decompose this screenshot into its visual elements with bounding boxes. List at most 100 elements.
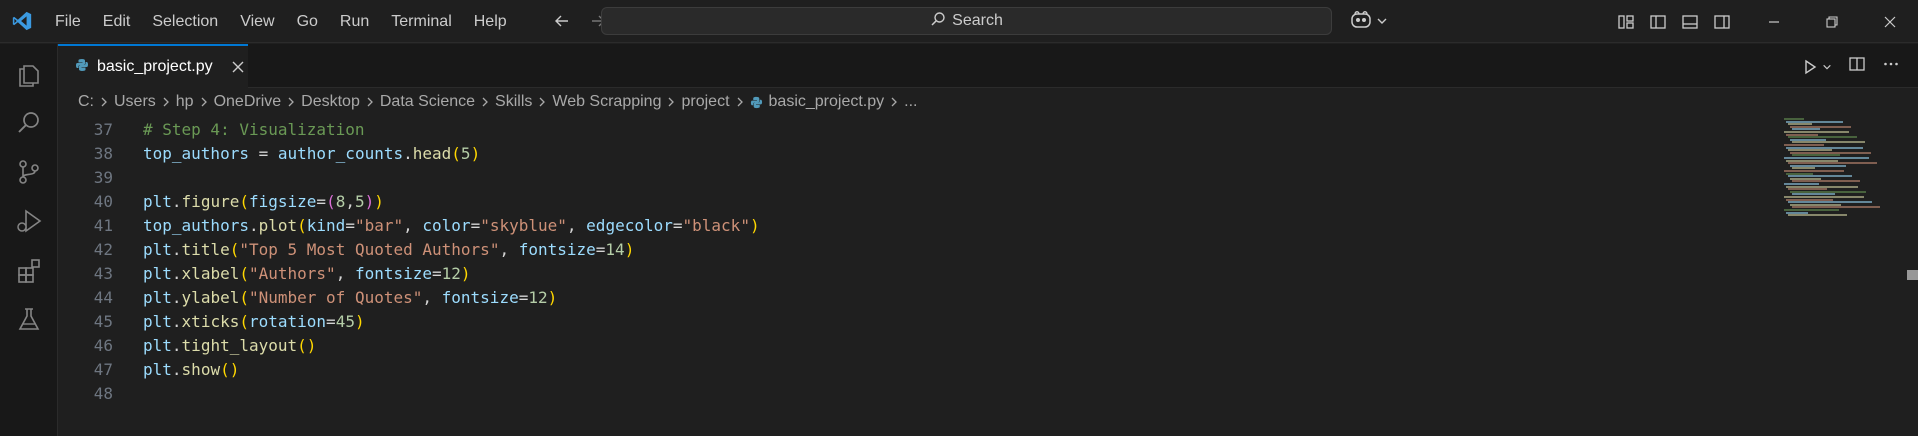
menu-item-view[interactable]: View [229, 0, 285, 43]
search-icon[interactable] [13, 107, 45, 139]
code-token: 5 [460, 144, 471, 163]
menu-item-help[interactable]: Help [463, 0, 518, 43]
code-token: = [345, 216, 355, 235]
code-token: = [672, 216, 683, 235]
code-line[interactable]: plt.xlabel("Authors", fontsize=12) [143, 262, 760, 286]
code-line[interactable]: plt.title("Top 5 Most Quoted Authors", f… [143, 238, 760, 262]
breadcrumb-label: C: [78, 93, 94, 110]
code-token: plt [143, 336, 172, 355]
run-python-file-icon[interactable] [1802, 59, 1832, 75]
navigation-arrows [551, 10, 609, 32]
code-token: , [566, 216, 587, 235]
toggle-primary-sidebar-icon[interactable] [1647, 11, 1669, 33]
explorer-icon[interactable] [13, 58, 45, 90]
command-center-search[interactable]: Search [601, 7, 1332, 35]
code-token: ) [547, 288, 558, 307]
code-line[interactable]: plt.figure(figsize=(8,5)) [143, 190, 760, 214]
code-line[interactable]: top_authors.plot(kind="bar", color="skyb… [143, 214, 760, 238]
code-token: = [470, 216, 481, 235]
chevron-right-icon [480, 96, 490, 108]
breadcrumb-item[interactable]: OneDrive [214, 93, 282, 111]
code-token: fontsize [441, 288, 519, 307]
menu-item-edit[interactable]: Edit [92, 0, 142, 43]
close-window-icon[interactable] [1861, 0, 1918, 43]
breadcrumb-item[interactable]: Desktop [301, 93, 360, 111]
go-back-icon[interactable] [551, 10, 573, 32]
code-token: , [499, 240, 519, 259]
title-bar: File Edit Selection View Go Run Terminal Help S… [0, 0, 1918, 43]
menu-item-selection[interactable]: Selection [141, 0, 229, 43]
code-token: author_counts [277, 144, 404, 163]
menu-bar: File Edit Selection View Go Run Terminal Help [44, 0, 518, 43]
breadcrumb-label: ... [904, 93, 918, 110]
breadcrumb-item[interactable]: Skills [495, 93, 532, 111]
menu-item-run[interactable]: Run [329, 0, 380, 43]
code-line[interactable]: plt.tight_layout() [143, 334, 760, 358]
code-token: figure [181, 192, 240, 211]
code-line[interactable]: plt.ylabel("Number of Quotes", fontsize=… [143, 286, 760, 310]
copilot-menu[interactable] [1350, 10, 1388, 35]
code-token: show [181, 360, 221, 379]
scrollbar-thumb[interactable] [1907, 270, 1918, 280]
toggle-secondary-sidebar-icon[interactable] [1711, 11, 1733, 33]
chevron-right-icon [537, 96, 547, 108]
customize-layout-icon[interactable] [1615, 11, 1637, 33]
code-token: ( [239, 192, 249, 211]
code-token: . [171, 192, 182, 211]
menu-item-terminal[interactable]: Terminal [380, 0, 462, 43]
breadcrumb-item[interactable]: hp [176, 93, 194, 111]
minimap[interactable] [1782, 118, 1892, 218]
testing-icon[interactable] [13, 303, 45, 335]
code-token: . [171, 240, 182, 259]
tab-basic-project[interactable]: basic_project.py [58, 44, 248, 88]
menu-item-file[interactable]: File [44, 0, 92, 43]
code-line[interactable] [143, 382, 760, 406]
chevron-right-icon [161, 96, 171, 108]
close-icon[interactable] [229, 58, 247, 76]
source-control-icon[interactable] [13, 156, 45, 188]
split-editor-icon[interactable] [1848, 55, 1866, 78]
breadcrumb-item[interactable]: Web Scrapping [552, 93, 661, 111]
code-token: ( [239, 288, 249, 307]
code-token: plt [143, 240, 172, 259]
chevron-right-icon [889, 96, 899, 108]
code-token: "skyblue" [480, 216, 567, 235]
code-token: ) [374, 192, 384, 211]
line-number: 45 [93, 312, 113, 331]
code-token: "Top 5 Most Quoted Authors" [239, 240, 500, 259]
code-editor[interactable]: 37 38 39 40 41 42 43 44 45 46 47 48 # Step 4: Visua… [58, 118, 1918, 436]
code-token: ( [239, 264, 249, 283]
code-line[interactable]: plt.show() [143, 358, 760, 382]
minimize-icon[interactable] [1745, 0, 1803, 43]
breadcrumb-item[interactable]: C: [78, 93, 94, 111]
menu-item-go[interactable]: Go [286, 0, 329, 43]
code-content[interactable]: # Step 4: Visualization top_authors = aut… [143, 118, 760, 406]
code-token: = [518, 288, 529, 307]
breadcrumb-item[interactable]: basic_project.py [750, 93, 884, 111]
restore-icon[interactable] [1803, 0, 1861, 43]
code-token: , [345, 192, 355, 211]
code-line[interactable]: plt.xticks(rotation=45) [143, 310, 760, 334]
breadcrumb-item[interactable]: Data Science [380, 93, 475, 111]
code-line[interactable] [143, 166, 760, 190]
line-number: 41 [93, 216, 113, 235]
code-token: "Authors" [248, 264, 336, 283]
breadcrumb-item[interactable]: ... [904, 93, 917, 111]
code-token: ) [364, 192, 375, 211]
code-token: 12 [441, 264, 461, 283]
run-debug-icon[interactable] [13, 205, 45, 237]
code-line[interactable]: # Step 4: Visualization [143, 118, 760, 142]
breadcrumb-item[interactable]: Users [114, 93, 156, 111]
more-actions-icon[interactable] [1882, 55, 1900, 78]
toggle-panel-icon[interactable] [1679, 11, 1701, 33]
code-token: () [220, 360, 240, 379]
line-number: 46 [93, 336, 113, 355]
code-token: # Step 4: Visualization [143, 120, 365, 139]
code-token: 12 [528, 288, 548, 307]
code-token: 45 [335, 312, 355, 331]
code-token: = [432, 264, 442, 283]
code-token: ( [229, 240, 240, 259]
extensions-icon[interactable] [13, 254, 45, 286]
breadcrumb-item[interactable]: project [681, 93, 729, 111]
code-line[interactable]: top_authors = author_counts.head(5) [143, 142, 760, 166]
